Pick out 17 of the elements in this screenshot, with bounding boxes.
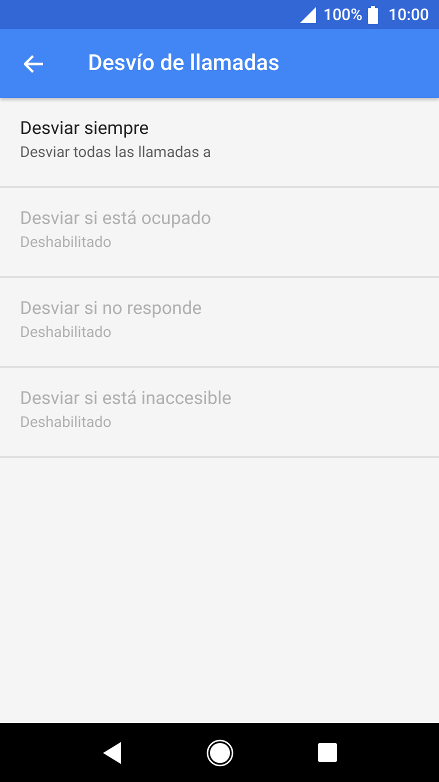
item-summary: Deshabilitado — [20, 232, 112, 253]
battery-percentage: 100% — [323, 4, 362, 26]
back-arrow-icon — [24, 54, 44, 72]
battery-icon — [368, 6, 378, 24]
item-summary: Deshabilitado — [20, 322, 112, 343]
back-triangle-icon[interactable] — [102, 740, 122, 764]
settings-item[interactable]: Desviar siempre Desviar todas las llamadas a — [0, 98, 439, 188]
item-title: Desviar si está inaccesible — [20, 387, 232, 411]
home-circle-icon[interactable] — [206, 738, 234, 766]
clock: 10:00 — [388, 4, 429, 26]
item-summary: Deshabilitado — [20, 412, 112, 433]
item-title: Desviar si no responde — [20, 297, 203, 321]
item-title: Desviar siempre — [20, 117, 150, 141]
screen-title: Desvío de llamadas — [88, 50, 280, 78]
item-summary: Desviar todas las llamadas a — [20, 142, 212, 163]
signal-icon — [299, 6, 318, 22]
item-title: Desviar si está ocupado — [20, 207, 212, 231]
